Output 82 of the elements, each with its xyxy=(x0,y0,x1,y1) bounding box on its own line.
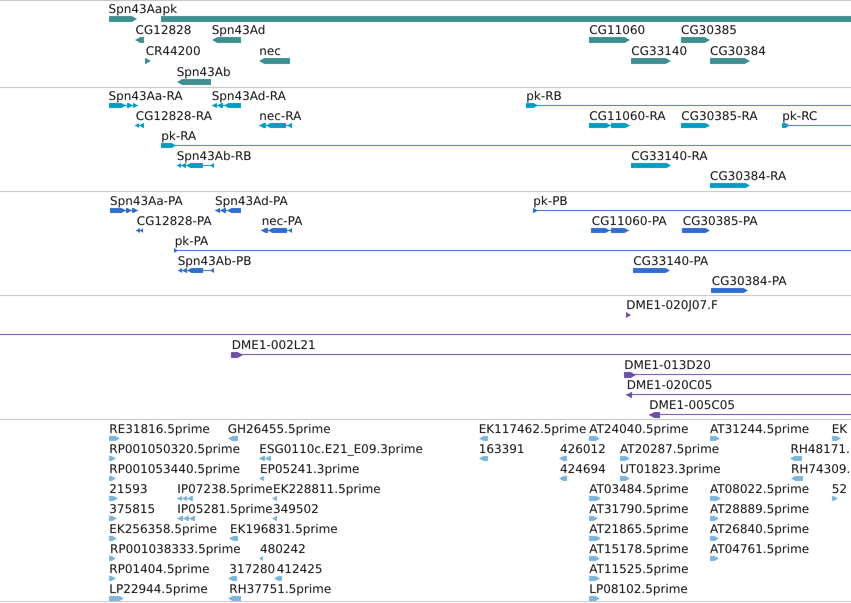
feature-label: AT26840.5prime xyxy=(710,522,810,536)
feature-label: Spn43Ab xyxy=(176,65,231,79)
feature-label: AT11525.5prime xyxy=(589,562,688,576)
feature-label: EK117462.5prime xyxy=(478,422,586,436)
feature-label: pk-RB xyxy=(526,89,562,103)
feature-label: 375815 xyxy=(109,502,156,516)
feature-label: CG12828-RA xyxy=(136,109,212,123)
feature-label: CG30384 xyxy=(710,44,766,58)
feature-label: EK256358.5prime xyxy=(109,522,217,536)
feature-label: RP001038333.5prime xyxy=(110,542,241,556)
feature-label: IP07238.5prime xyxy=(177,482,273,496)
feature-label: ESG0110c.E21_E09.3prime xyxy=(259,442,423,456)
feature-label: 412425 xyxy=(276,562,322,576)
feature-label: AT08022.5prime xyxy=(710,482,810,496)
feature-label: 52 xyxy=(832,482,847,496)
feature-label: AT28889.5prime xyxy=(710,502,810,516)
feature-label: AT31244.5prime xyxy=(710,422,810,436)
feature-label: 21593 xyxy=(109,482,148,496)
feature-label: EK228811.5prime xyxy=(273,482,381,496)
feature-label: EK xyxy=(832,422,848,436)
feature-label: Spn43Ad xyxy=(212,23,266,37)
feature-label: Spn43Ab-RB xyxy=(176,149,252,163)
feature-label: CG12828-PA xyxy=(136,214,212,228)
feature-label: LP08102.5prime xyxy=(589,582,688,596)
feature-label: EK196831.5prime xyxy=(230,522,338,536)
feature-label: pk xyxy=(162,2,178,16)
feature-label: AT20287.5prime xyxy=(620,442,720,456)
feature-label: DME1-013D20 xyxy=(624,358,711,372)
feature-label: 317280 xyxy=(229,562,276,576)
feature-label: pk-PA xyxy=(174,234,208,248)
feature-label: Spn43Aa-RA xyxy=(108,89,183,103)
feature-label: DME1-005C05 xyxy=(649,398,735,412)
feature-label: AT04761.5prime xyxy=(710,542,810,556)
feature-label: CG33140 xyxy=(631,44,688,58)
feature-label: RH74309. xyxy=(791,462,850,476)
feature-label: CG30385-RA xyxy=(681,109,758,123)
feature-label: pk-RA xyxy=(161,129,196,143)
feature-label: CG11060 xyxy=(589,23,646,37)
feature-label: GH26455.5prime xyxy=(228,422,331,436)
feature-label: CG30385 xyxy=(681,23,737,37)
feature-label: RH37751.5prime xyxy=(229,582,332,596)
feature-label: DME1-020J07.F xyxy=(626,298,718,312)
feature-label: CG33140-PA xyxy=(633,254,708,268)
feature-label: AT21865.5prime xyxy=(589,522,688,536)
feature-label: pk-RC xyxy=(782,109,818,123)
feature-label: Spn43Aa-PA xyxy=(110,194,183,208)
feature-label: AT24040.5prime xyxy=(589,422,688,436)
feature-label: Spn43Ad-PA xyxy=(215,194,288,208)
feature-label: AT03484.5prime xyxy=(589,482,688,496)
feature-label: RP01404.5prime xyxy=(109,562,210,576)
feature-label: CG11060-RA xyxy=(589,109,666,123)
feature-label: Spn43Ad-RA xyxy=(212,89,286,103)
feature-label: UT01823.3prime xyxy=(620,462,721,476)
feature-label: DME1-002L21 xyxy=(232,338,316,352)
feature-label: pk-PB xyxy=(533,194,568,208)
feature-label: CR44200 xyxy=(146,44,201,58)
feature-label: RP001050320.5prime xyxy=(109,442,240,456)
feature-label: Spn43Ab-PB xyxy=(178,254,252,268)
feature-label: CG30385-PA xyxy=(682,214,758,228)
feature-label: RH48171. xyxy=(790,442,850,456)
feature-label: nec xyxy=(259,44,281,58)
feature-label: CG11060-PA xyxy=(592,214,667,228)
feature-label: Spn43Aa xyxy=(108,2,162,16)
feature-label: RP001053440.5prime xyxy=(109,462,240,476)
feature-label: CG30384-RA xyxy=(710,169,786,183)
feature-label: AT31790.5prime xyxy=(589,502,688,516)
feature-label: 426012 xyxy=(560,442,606,456)
feature-label: CG12828 xyxy=(136,23,192,37)
feature-label: LP22944.5prime xyxy=(109,582,208,596)
feature-label: nec-PA xyxy=(262,214,302,228)
feature-label: DME1-020C05 xyxy=(626,378,712,392)
feature-label: 349502 xyxy=(273,502,319,516)
feature-label: 163391 xyxy=(478,442,524,456)
feature-label: EP05241.3prime xyxy=(260,462,360,476)
feature-label: AT15178.5prime xyxy=(589,542,688,556)
feature-label: RE31816.5prime xyxy=(109,422,210,436)
feature-label: IP05281.5prime xyxy=(177,502,273,516)
feature-label: nec-RA xyxy=(259,109,302,123)
feature-label: 424694 xyxy=(560,462,606,476)
feature-label: CG33140-RA xyxy=(631,149,708,163)
feature-label: CG30384-PA xyxy=(712,274,787,288)
feature-label: 480242 xyxy=(260,542,306,556)
